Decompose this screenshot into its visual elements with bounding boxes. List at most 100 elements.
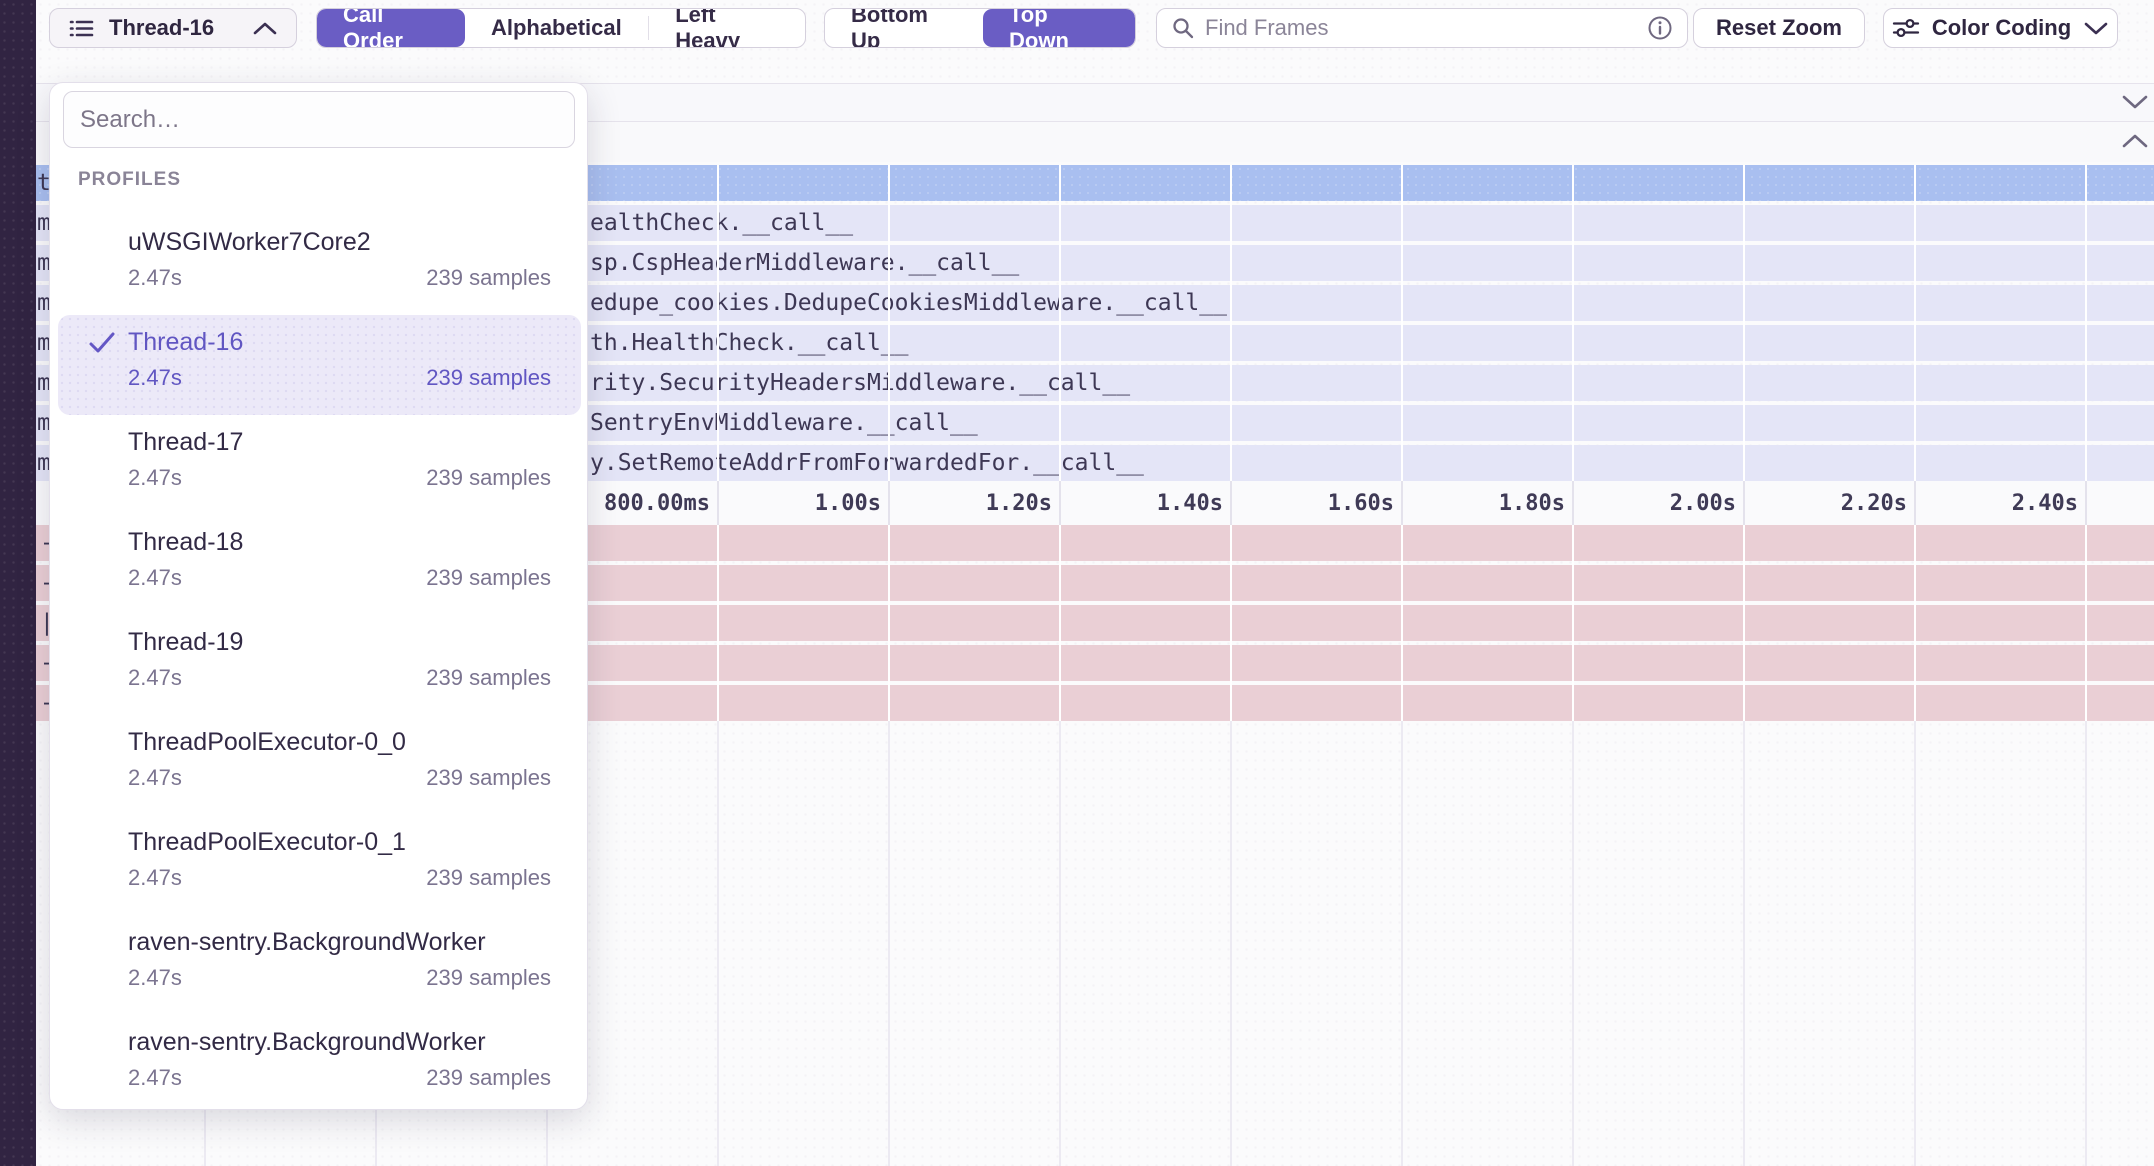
thread-duration: 2.47s <box>128 963 182 993</box>
thread-dropdown-item[interactable]: Thread-162.47s239 samples <box>58 315 581 415</box>
app-sidebar-strip <box>0 0 36 1166</box>
tab-left-heavy[interactable]: Left Heavy <box>649 9 805 47</box>
gridline <box>1914 721 1916 1166</box>
frame-text: rity.SecurityHeadersMiddleware.__call__ <box>590 365 1130 401</box>
reset-zoom-button[interactable]: Reset Zoom <box>1693 8 1865 48</box>
thread-duration: 2.47s <box>128 863 182 893</box>
thread-duration: 2.47s <box>128 1063 182 1093</box>
dropdown-search-input[interactable]: Search… <box>63 91 575 148</box>
time-axis-label: 1.80s <box>1395 481 1565 525</box>
thread-dropdown-panel: Search… PROFILES uWSGIWorker7Core22.47s2… <box>49 82 588 1110</box>
checkmark-icon <box>87 329 117 357</box>
gridline <box>2085 525 2087 721</box>
gridline <box>888 165 890 481</box>
thread-name: Thread-19 <box>128 625 243 659</box>
thread-stats: 2.47s239 samples <box>128 463 551 493</box>
thread-dropdown-item[interactable]: ThreadPoolExecutor-0_1 2.47s 239 samples <box>58 815 581 915</box>
frame-text: ealthCheck.__call__ <box>590 205 853 241</box>
info-icon[interactable] <box>1647 15 1673 41</box>
find-frames-input[interactable]: Find Frames <box>1156 8 1688 48</box>
sliders-icon <box>1892 16 1920 40</box>
thread-samples: 239 samples <box>426 663 551 693</box>
tab-alphabetical[interactable]: Alphabetical <box>465 9 648 47</box>
thread-name: raven-sentry.BackgroundWorker <box>128 925 486 959</box>
thread-dropdown-item[interactable]: ThreadPoolExecutor-0_0 2.47s 239 samples <box>58 715 581 815</box>
gridline <box>1059 721 1061 1166</box>
thread-dropdown-item[interactable]: uWSGIWorker7Core2 2.47s239 samples <box>58 215 581 315</box>
gridline <box>1914 525 1916 721</box>
thread-stats: 2.47s239 samples <box>128 263 551 293</box>
thread-samples: 239 samples <box>426 563 551 593</box>
sort-order-segmented-control: Call Order Alphabetical Left Heavy <box>316 8 806 48</box>
gridline <box>1572 525 1574 721</box>
thread-dropdown-item[interactable]: Thread-19 2.47s239 samples <box>58 615 581 715</box>
thread-stats: 2.47s239 samples <box>128 363 551 393</box>
thread-name: ThreadPoolExecutor-0_0 <box>128 725 406 759</box>
gridline <box>1230 165 1232 481</box>
thread-samples: 239 samples <box>426 1063 551 1093</box>
thread-selector-button[interactable]: Thread-16 <box>49 8 297 48</box>
time-axis-label: 1.00s <box>711 481 881 525</box>
thread-stats: 2.47s 239 samples <box>128 963 551 993</box>
tab-call-order[interactable]: Call Order <box>317 9 465 47</box>
time-axis-label: 1.20s <box>882 481 1052 525</box>
gridline <box>2085 165 2087 481</box>
frame-text: th.HealthCheck.__call__ <box>590 325 909 361</box>
profiles-section-label: PROFILES <box>78 169 181 191</box>
gridline <box>1743 525 1745 721</box>
color-coding-button[interactable]: Color Coding <box>1883 8 2118 48</box>
toolbar: Thread-16 Call Order Alphabetical Left H… <box>0 0 2154 56</box>
thread-duration: 2.47s <box>128 563 182 593</box>
gridline <box>717 721 719 1166</box>
color-coding-label: Color Coding <box>1932 15 2071 41</box>
thread-name: ThreadPoolExecutor-0_1 <box>128 825 406 859</box>
thread-dropdown-item[interactable]: Thread-17 2.47s239 samples <box>58 415 581 515</box>
time-axis-label: 2.40s <box>1908 481 2078 525</box>
thread-name: raven-sentry.BackgroundWorker <box>128 1025 486 1059</box>
thread-stats: 2.47s 239 samples <box>128 763 551 793</box>
time-axis-label: 1.60s <box>1224 481 1394 525</box>
gridline <box>1743 721 1745 1166</box>
gridline <box>1230 721 1232 1166</box>
thread-name: Thread-17 <box>128 425 243 459</box>
thread-samples: 239 samples <box>426 963 551 993</box>
gridline <box>1572 165 1574 481</box>
tab-top-down[interactable]: Top Down <box>983 9 1135 47</box>
thread-name: Thread-18 <box>128 525 243 559</box>
frame-text: SentryEnvMiddleware.__call__ <box>590 405 978 441</box>
tab-bottom-up[interactable]: Bottom Up <box>825 9 983 47</box>
thread-duration: 2.47s <box>128 263 182 293</box>
gridline <box>717 525 719 721</box>
gridline <box>1914 165 1916 481</box>
thread-dropdown-item[interactable]: raven-sentry.BackgroundWorker 2.47s 239 sa… <box>58 1015 581 1115</box>
thread-dropdown-item[interactable]: raven-sentry.BackgroundWorker 2.47s 239 sa… <box>58 915 581 1015</box>
gridline <box>888 525 890 721</box>
expand-panel-chevron-down-icon[interactable] <box>2121 94 2149 110</box>
gridline <box>717 165 719 481</box>
gridline <box>1572 721 1574 1166</box>
frame-text: sp.CspHeaderMiddleware.__call__ <box>590 245 1019 281</box>
thread-list-icon <box>68 15 95 42</box>
gridline <box>1401 721 1403 1166</box>
thread-samples: 239 samples <box>426 763 551 793</box>
find-frames-placeholder: Find Frames <box>1205 15 1637 41</box>
thread-stats: 2.47s239 samples <box>128 663 551 693</box>
gridline <box>888 721 890 1166</box>
thread-duration: 2.47s <box>128 763 182 793</box>
gridline <box>1401 525 1403 721</box>
chevron-up-icon <box>252 21 278 36</box>
gridline <box>1059 525 1061 721</box>
thread-samples: 239 samples <box>426 863 551 893</box>
thread-name: uWSGIWorker7Core2 <box>128 225 371 259</box>
thread-duration: 2.47s <box>128 463 182 493</box>
chevron-down-icon <box>2083 21 2109 36</box>
time-axis-label: 2.20s <box>1737 481 1907 525</box>
gridline <box>1743 165 1745 481</box>
search-icon <box>1171 16 1195 40</box>
thread-dropdown-item[interactable]: Thread-18 2.47s 239 samples <box>58 515 581 615</box>
thread-stats: 2.47s 239 samples <box>128 863 551 893</box>
thread-samples: 239 samples <box>426 363 551 393</box>
thread-stats: 2.47s 239 samples <box>128 563 551 593</box>
collapse-panel-chevron-up-icon[interactable] <box>2121 133 2149 149</box>
dropdown-search-placeholder: Search… <box>80 106 180 134</box>
